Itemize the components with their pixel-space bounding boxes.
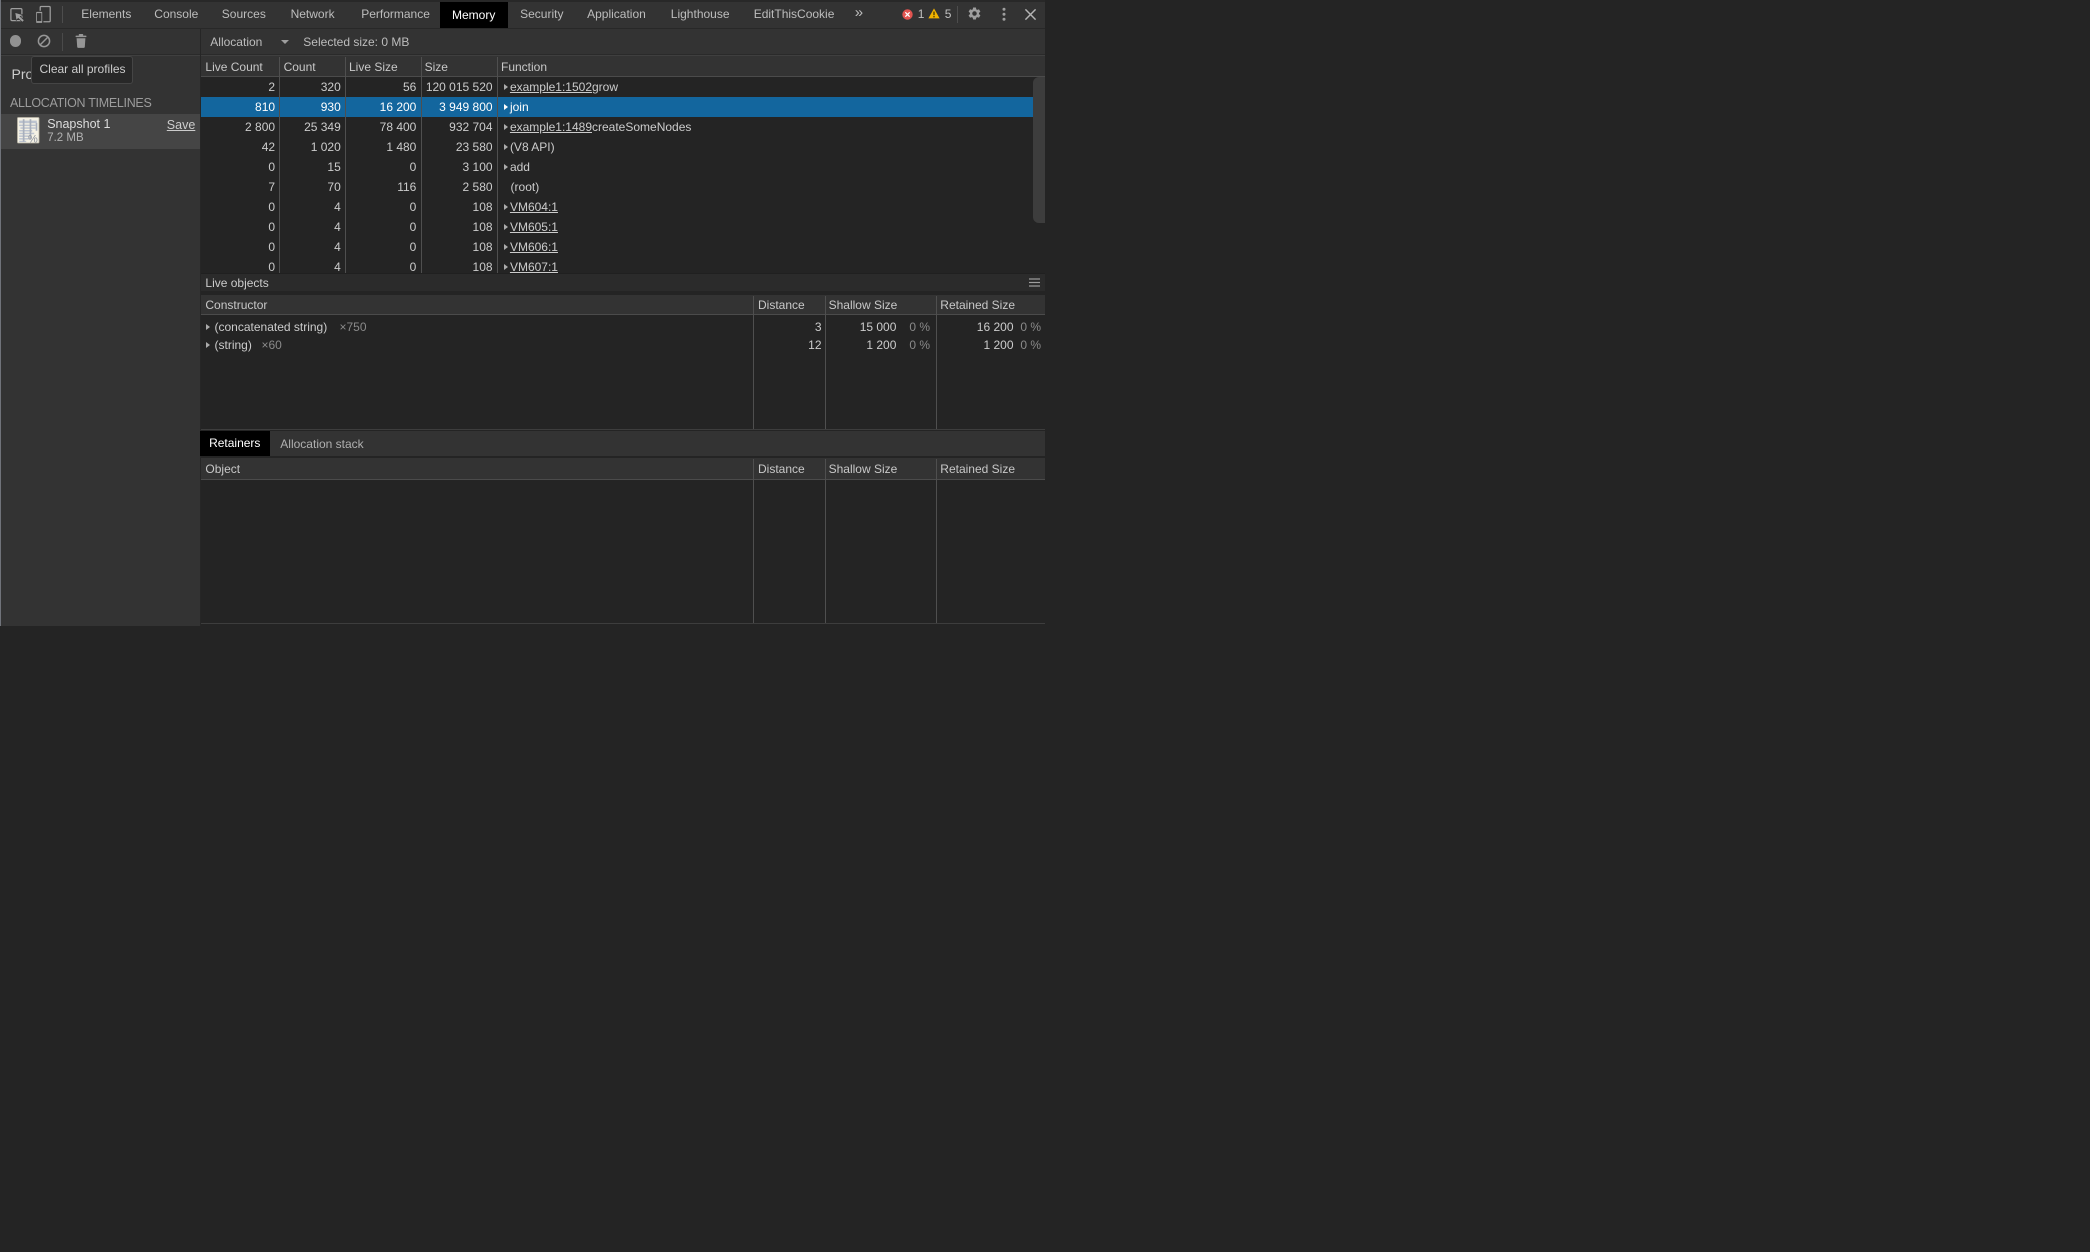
svg-text:%: % (28, 134, 38, 146)
